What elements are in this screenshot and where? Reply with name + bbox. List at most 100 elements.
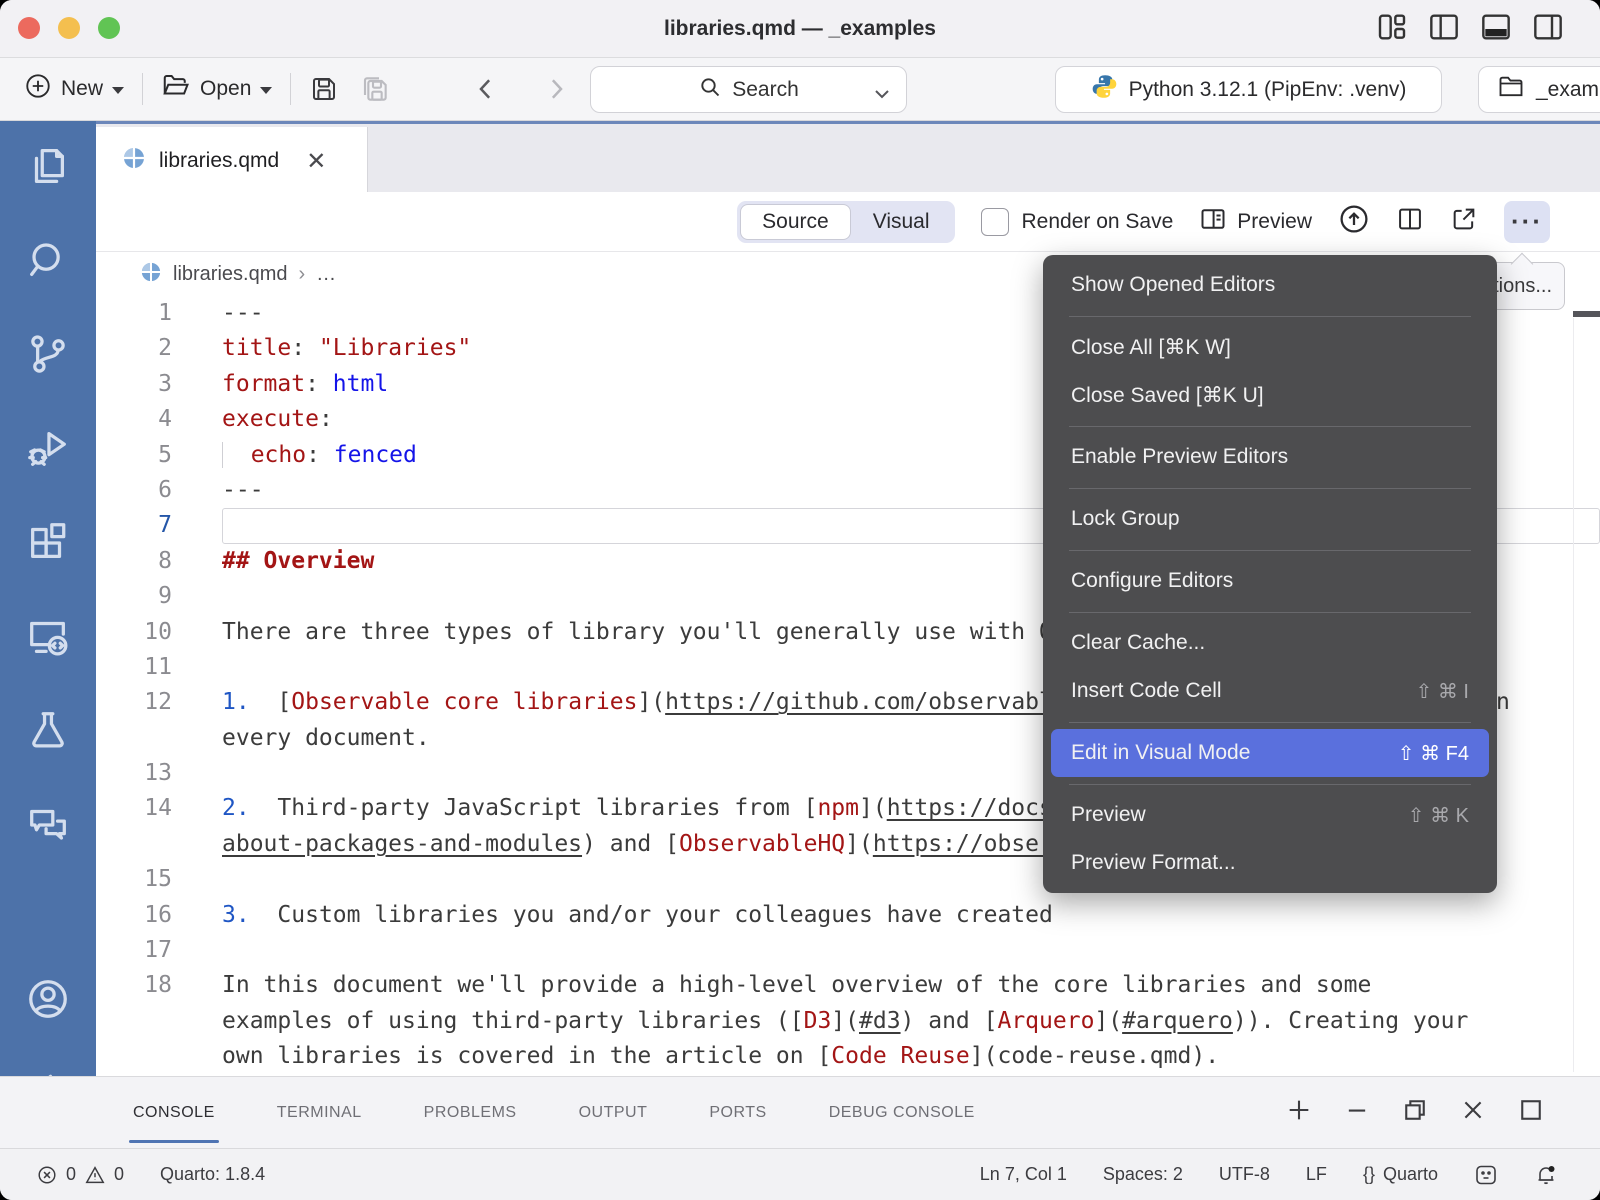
code-line[interactable]: own libraries is covered in the article … [96, 1039, 1600, 1074]
sidebar-item-testing[interactable] [0, 685, 96, 779]
navigate-forward-button[interactable] [531, 74, 581, 104]
notifications-bell-icon[interactable] [1534, 1163, 1558, 1187]
sidebar-item-search[interactable] [0, 215, 96, 309]
menu-item-clear-cache[interactable]: Clear Cache... [1043, 619, 1497, 667]
encoding-status[interactable]: UTF-8 [1219, 1164, 1270, 1185]
line-number: 3 [96, 367, 172, 402]
quarto-file-icon [122, 146, 146, 176]
split-editor-icon [1396, 205, 1424, 239]
customize-layout-icon[interactable] [1376, 11, 1408, 43]
debug-icon [25, 425, 71, 476]
panel-tab-terminal[interactable]: TERMINAL [277, 1077, 362, 1148]
menu-item-show-opened-editors[interactable]: Show Opened Editors [1043, 261, 1497, 309]
language-mode-status[interactable]: {} Quarto [1363, 1164, 1438, 1185]
code-line[interactable]: 18In this document we'll provide a high-… [96, 968, 1600, 1003]
code-line-text: In this document we'll provide a high-le… [222, 968, 1600, 1003]
indentation-status[interactable]: Spaces: 2 [1103, 1164, 1183, 1185]
quarto-version-status[interactable]: Quarto: 1.8.4 [160, 1164, 265, 1185]
line-number: 9 [96, 579, 172, 614]
open-button[interactable]: Open [151, 71, 282, 107]
panel-tab-ports[interactable]: PORTS [709, 1077, 766, 1148]
menu-separator [1069, 550, 1471, 551]
search-input[interactable]: Search [590, 66, 907, 113]
line-number: 8 [96, 544, 172, 579]
menu-item-lock-group[interactable]: Lock Group [1043, 495, 1497, 543]
menu-item-label: Edit in Visual Mode [1071, 741, 1250, 765]
menu-separator [1069, 784, 1471, 785]
toggle-secondary-sidebar-icon[interactable] [1532, 11, 1564, 43]
line-number: 1 [96, 296, 172, 331]
close-tab-icon[interactable]: ✕ [306, 147, 326, 176]
sidebar-item-comments[interactable] [0, 779, 96, 873]
code-line[interactable]: 16 3. Custom libraries you and/or your co… [96, 898, 1600, 933]
menu-item-close-all-k-w[interactable]: Close All [⌘K W] [1043, 323, 1497, 371]
line-number: 16 [96, 898, 172, 933]
menu-item-label: Insert Code Cell [1071, 679, 1222, 703]
menu-separator [1069, 488, 1471, 489]
menu-item-enable-preview-editors[interactable]: Enable Preview Editors [1043, 433, 1497, 481]
save-button[interactable] [299, 74, 349, 104]
interpreter-selector[interactable]: Python 3.12.1 (PipEnv: .venv) [1055, 66, 1442, 113]
chevron-down-icon[interactable] [872, 83, 892, 107]
sidebar-item-remote-sessions[interactable] [0, 591, 96, 685]
line-number: 17 [96, 933, 172, 968]
more-actions-button[interactable]: ··· [1504, 201, 1550, 243]
save-all-button[interactable] [349, 73, 401, 105]
render-button[interactable] [1338, 203, 1370, 241]
sidebar-item-run-debug[interactable] [0, 403, 96, 497]
sidebar-item-explorer[interactable] [0, 121, 96, 215]
sidebar-item-account[interactable] [0, 954, 96, 1048]
render-on-save-checkbox[interactable] [981, 208, 1009, 236]
code-line[interactable]: examples of using third-party libraries … [96, 1004, 1600, 1039]
line-number: 14 [96, 791, 172, 826]
comments-icon [25, 801, 71, 852]
plus-circle-icon [24, 72, 52, 106]
menu-item-preview[interactable]: Preview⇧ ⌘ K [1043, 791, 1497, 839]
menu-item-close-saved-k-u[interactable]: Close Saved [⌘K U] [1043, 371, 1497, 419]
menu-item-configure-editors[interactable]: Configure Editors [1043, 557, 1497, 605]
split-editor-button[interactable] [1396, 205, 1424, 239]
feedback-smiley-icon[interactable] [1474, 1163, 1498, 1187]
cursor-position-status[interactable]: Ln 7, Col 1 [980, 1164, 1067, 1185]
chevron-down-icon [112, 87, 124, 94]
preview-button[interactable]: Preview [1199, 205, 1312, 239]
editor-tab-bar: libraries.qmd ✕ [96, 121, 1600, 192]
workspace-selector[interactable]: _examples [1478, 66, 1600, 113]
source-mode-button[interactable]: Source [740, 204, 851, 240]
problems-status[interactable]: 0 0 [36, 1164, 124, 1186]
line-number [96, 827, 172, 862]
eol-status[interactable]: LF [1306, 1164, 1327, 1185]
toggle-sidebar-icon[interactable] [1428, 11, 1460, 43]
navigate-back-button[interactable] [461, 74, 511, 104]
code-line-text: 3. Custom libraries you and/or your coll… [222, 898, 1600, 933]
panel-tab-output[interactable]: OUTPUT [579, 1077, 648, 1148]
menu-item-insert-code-cell[interactable]: Insert Code Cell⇧ ⌘ I [1043, 667, 1497, 715]
add-console-icon[interactable] [1285, 1096, 1313, 1129]
menu-separator [1069, 612, 1471, 613]
account-icon [25, 976, 71, 1027]
menu-item-label: Configure Editors [1071, 569, 1233, 593]
panel-tab-console[interactable]: CONSOLE [133, 1077, 215, 1148]
menu-item-shortcut: ⇧ ⌘ F4 [1398, 741, 1469, 766]
panel-tab-problems[interactable]: PROBLEMS [424, 1077, 517, 1148]
close-panel-icon[interactable] [1459, 1096, 1487, 1129]
menu-item-edit-in-visual-mode[interactable]: Edit in Visual Mode ⇧ ⌘ F4 [1051, 729, 1489, 777]
menu-item-label: Close All [⌘K W] [1071, 335, 1231, 360]
sidebar-item-source-control[interactable] [0, 309, 96, 403]
maximize-panel-icon[interactable] [1517, 1096, 1545, 1129]
tab-libraries-qmd[interactable]: libraries.qmd ✕ [96, 127, 368, 195]
open-external-icon [1450, 205, 1478, 239]
open-in-new-window-button[interactable] [1450, 205, 1478, 239]
line-number: 12 [96, 685, 172, 720]
code-line[interactable]: 17 [96, 933, 1600, 968]
menu-item-preview-format[interactable]: Preview Format... [1043, 839, 1497, 887]
sidebar-item-extensions[interactable] [0, 497, 96, 591]
minimize-panel-icon[interactable] [1343, 1096, 1371, 1129]
new-button[interactable]: New [14, 72, 134, 106]
menu-item-label: Enable Preview Editors [1071, 445, 1288, 469]
toggle-panel-icon[interactable] [1480, 11, 1512, 43]
beaker-icon [25, 707, 71, 758]
restore-panel-icon[interactable] [1401, 1096, 1429, 1129]
visual-mode-button[interactable]: Visual [851, 204, 952, 240]
panel-tab-debug-console[interactable]: DEBUG CONSOLE [829, 1077, 975, 1148]
